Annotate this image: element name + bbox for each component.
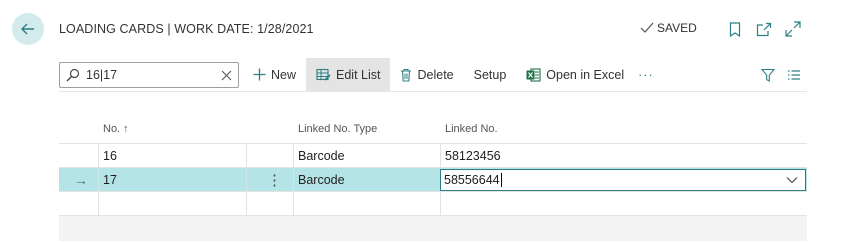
clear-icon[interactable] [221, 70, 232, 81]
bookmark-icon [729, 21, 741, 37]
table-row[interactable]: 16 Barcode 58123456 [59, 143, 807, 168]
setup-label: Setup [473, 67, 507, 82]
column-header-linked-no-type[interactable]: Linked No. Type [298, 123, 377, 135]
data-grid: No. ↑ Linked No. Type Linked No. 16 Barc… [59, 115, 807, 241]
cell-no[interactable]: 17 [98, 168, 117, 192]
trash-icon [401, 68, 412, 82]
linked-no-edit-field[interactable]: 58556644 [440, 169, 806, 191]
column-header-no[interactable]: No. ↑ [103, 123, 129, 135]
chevron-down-icon[interactable] [786, 176, 798, 184]
open-new-window-button[interactable] [755, 20, 773, 38]
search-value: 16|17 [86, 68, 118, 82]
delete-button[interactable]: Delete [390, 58, 463, 91]
edit-list-icon [316, 68, 331, 81]
saved-status: SAVED [640, 21, 697, 35]
filter-button[interactable] [755, 58, 781, 91]
saved-label: SAVED [657, 21, 697, 35]
open-in-excel-button[interactable]: Open in Excel [516, 58, 634, 91]
bookmark-button[interactable] [726, 20, 744, 38]
filter-icon [761, 68, 775, 82]
page-title: LOADING CARDS | WORK DATE: 1/28/2021 [59, 22, 314, 36]
new-button[interactable]: New [243, 58, 306, 91]
cell-no[interactable]: 16 [98, 144, 117, 168]
cell-linked-no-type[interactable]: Barcode [293, 144, 345, 168]
open-new-window-icon [756, 22, 772, 36]
more-options-button[interactable]: ··· [634, 58, 658, 91]
setup-button[interactable]: Setup [464, 58, 517, 91]
linked-no-edit-value: 58556644 [444, 173, 500, 187]
edit-list-button[interactable]: Edit List [306, 58, 391, 91]
edit-list-label: Edit List [336, 67, 381, 82]
expand-icon [785, 21, 801, 37]
cell-linked-no[interactable]: 58123456 [440, 144, 501, 168]
search-input[interactable]: 16|17 [59, 62, 239, 88]
text-caret [500, 173, 502, 187]
new-row[interactable] [59, 191, 807, 216]
plus-icon [253, 68, 266, 81]
row-indicator-arrow-icon: → [74, 172, 88, 188]
back-button[interactable] [12, 13, 44, 45]
grid-footer [59, 215, 807, 241]
cell-linked-no-type[interactable]: Barcode [293, 168, 345, 192]
back-arrow-icon [21, 23, 34, 35]
column-header-linked-no[interactable]: Linked No. [445, 123, 498, 135]
action-bar: 16|17 New Edit List Delete Setup Open in… [59, 58, 807, 92]
delete-label: Delete [417, 67, 454, 82]
list-view-icon [788, 69, 800, 80]
list-view-button[interactable] [781, 58, 807, 91]
excel-icon [526, 67, 541, 82]
search-icon [66, 68, 80, 82]
check-icon [640, 22, 654, 33]
open-in-excel-label: Open in Excel [546, 67, 625, 82]
row-menu-icon[interactable]: ⋮ [262, 168, 282, 192]
grid-header: No. ↑ Linked No. Type Linked No. [59, 115, 807, 143]
expand-button[interactable] [784, 20, 802, 38]
table-row-selected[interactable]: → 17 ⋮ Barcode 58556644 [59, 167, 807, 192]
new-label: New [271, 67, 297, 82]
